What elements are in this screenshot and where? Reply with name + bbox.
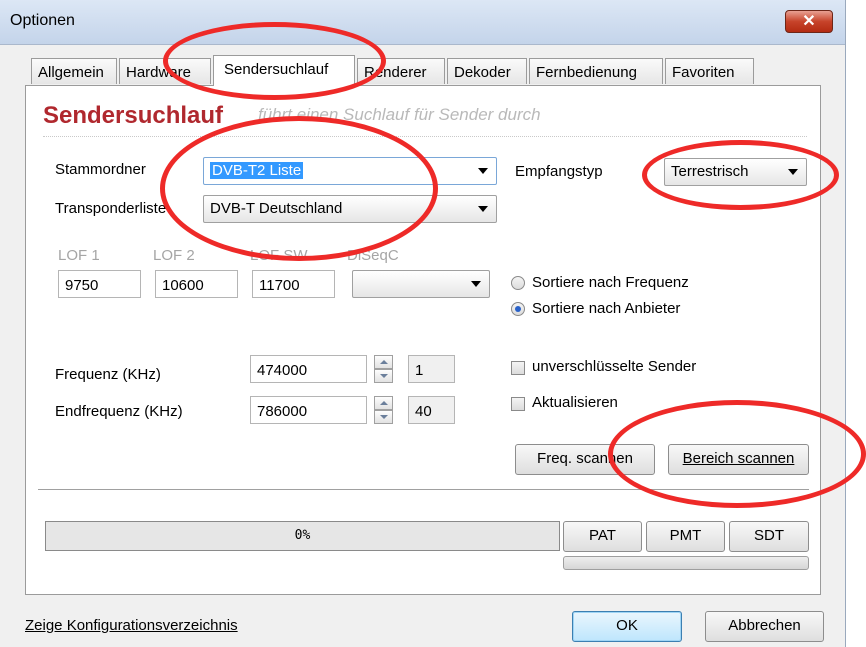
lof1-label: LOF 1 [58, 247, 100, 264]
unencrypted-checkbox[interactable] [511, 361, 525, 375]
progress-label: 0% [294, 528, 311, 543]
transponderliste-select[interactable]: DVB-T Deutschland [203, 195, 497, 223]
endfrequenz-spinner[interactable] [374, 396, 393, 424]
scan-progress-bar: 0% [45, 521, 560, 551]
chevron-down-icon[interactable] [788, 169, 798, 175]
pat-button[interactable]: PAT [563, 521, 642, 552]
sort-provider-label[interactable]: Sortiere nach Anbieter [532, 300, 680, 317]
tab-favoriten[interactable]: Favoriten [665, 58, 754, 84]
diseqc-select[interactable] [352, 270, 490, 298]
stammordner-label: Stammordner [55, 161, 146, 178]
frequenz-input[interactable]: 474000 [250, 355, 367, 383]
spin-down-icon[interactable] [374, 369, 393, 383]
page-subtitle: führt einen Suchlauf für Sender durch [258, 105, 541, 124]
tab-label: Allgemein [38, 64, 104, 81]
sort-frequency-radio[interactable] [511, 276, 525, 290]
cancel-button[interactable]: Abbrechen [705, 611, 824, 642]
page-title: Sendersuchlauf [43, 102, 224, 129]
stammordner-value[interactable]: DVB-T2 Liste [210, 162, 304, 179]
title-bar[interactable]: Optionen ✕ [0, 0, 845, 45]
table-progress-bar [563, 556, 809, 570]
chevron-down-icon[interactable] [478, 168, 488, 174]
spin-up-icon[interactable] [374, 355, 393, 369]
endfrequenz-step: 40 [408, 396, 455, 424]
tab-renderer[interactable]: Renderer [357, 58, 445, 84]
tab-label: Fernbedienung [536, 64, 637, 81]
heading-divider [43, 136, 807, 137]
update-checkbox[interactable] [511, 397, 525, 411]
options-dialog: Optionen ✕ Allgemein Hardware Sendersuch… [0, 0, 846, 647]
sort-frequency-label[interactable]: Sortiere nach Frequenz [532, 274, 689, 291]
ok-button[interactable]: OK [572, 611, 682, 642]
diseqc-label: DiSeqC [347, 247, 399, 264]
tab-sendersuchlauf[interactable]: Sendersuchlauf [213, 55, 355, 86]
tab-allgemein[interactable]: Allgemein [31, 58, 117, 84]
tab-label: Sendersuchlauf [224, 61, 329, 78]
unencrypted-label[interactable]: unverschlüsselte Sender [532, 358, 696, 375]
divider [38, 489, 809, 491]
close-button[interactable]: ✕ [785, 10, 833, 33]
lof1-input[interactable]: 9750 [58, 270, 141, 298]
transponderliste-value: DVB-T Deutschland [210, 200, 343, 217]
tab-label: Dekoder [454, 64, 511, 81]
spin-up-icon[interactable] [374, 396, 393, 410]
lofsw-label: LOF SW [250, 247, 308, 264]
lofsw-input[interactable]: 11700 [252, 270, 335, 298]
sdt-button[interactable]: SDT [729, 521, 809, 552]
spin-down-icon[interactable] [374, 410, 393, 424]
close-icon: ✕ [802, 13, 816, 30]
tab-label: Favoriten [672, 64, 735, 81]
frequenz-spinner[interactable] [374, 355, 393, 383]
range-scan-label: Bereich scannen [682, 450, 795, 467]
endfrequenz-label: Endfrequenz (KHz) [55, 403, 183, 420]
chevron-down-icon[interactable] [471, 281, 481, 287]
sort-provider-radio[interactable] [511, 302, 525, 316]
empfangstyp-select[interactable]: Terrestrisch [664, 158, 807, 186]
update-label[interactable]: Aktualisieren [532, 394, 618, 411]
transponderliste-label: Transponderliste [55, 200, 167, 217]
chevron-down-icon[interactable] [478, 206, 488, 212]
endfrequenz-input[interactable]: 786000 [250, 396, 367, 424]
config-directory-link[interactable]: Zeige Konfigurationsverzeichnis [25, 617, 238, 634]
tab-fernbedienung[interactable]: Fernbedienung [529, 58, 663, 84]
tab-label: Renderer [364, 64, 427, 81]
frequenz-label: Frequenz (KHz) [55, 366, 161, 383]
tab-dekoder[interactable]: Dekoder [447, 58, 527, 84]
window-title: Optionen [10, 12, 75, 29]
frequenz-step: 1 [408, 355, 455, 383]
freq-scan-button[interactable]: Freq. scannen [515, 444, 655, 475]
stammordner-combobox[interactable]: DVB-T2 Liste [203, 157, 497, 185]
range-scan-button[interactable]: Bereich scannen [668, 444, 809, 475]
lof2-input[interactable]: 10600 [155, 270, 238, 298]
tab-label: Hardware [126, 64, 192, 81]
tab-hardware[interactable]: Hardware [119, 58, 211, 84]
pmt-button[interactable]: PMT [646, 521, 725, 552]
lof2-label: LOF 2 [153, 247, 195, 264]
empfangstyp-label: Empfangstyp [515, 163, 603, 180]
tab-strip: Allgemein Hardware Sendersuchlauf Render… [0, 55, 846, 86]
empfangstyp-value: Terrestrisch [671, 163, 749, 180]
